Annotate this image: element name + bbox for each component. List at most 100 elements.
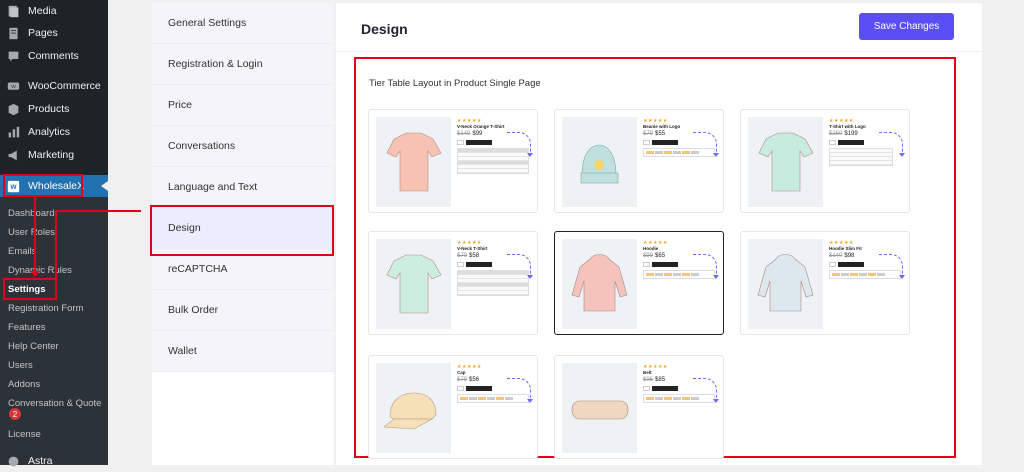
product-thumbnail (562, 117, 637, 207)
new-price: $55 (655, 131, 666, 137)
menu-item-media[interactable]: Media (0, 0, 108, 22)
annotation-arrow-right (55, 210, 141, 212)
layout-option-card[interactable]: ★★★★★ V-Neck Orange T-Shirt $149 $99 (368, 109, 538, 213)
conversation-count-badge: 2 (9, 408, 21, 420)
wp-admin-sidebar: Media Pages Comments W WooCommerce Produ… (0, 0, 108, 467)
design-panel: Design Save Changes Tier Table Layout in… (336, 3, 982, 465)
settings-nav-registration-login[interactable]: Registration & Login (152, 44, 334, 85)
submenu-conversation-quote[interactable]: Conversation & Quote (8, 398, 101, 409)
marketing-icon (6, 148, 20, 162)
dashed-arrow-icon (507, 132, 533, 157)
layout-option-card[interactable]: ★★★★★ Beanie with Logo $79 $55 (554, 109, 724, 213)
menu-label: Comments (28, 50, 79, 62)
dashed-arrow-icon (507, 378, 533, 403)
quantity-box (829, 262, 836, 267)
settings-nav-general[interactable]: General Settings (152, 3, 334, 44)
menu-label: Products (28, 103, 70, 115)
annotation-arrow-head (30, 271, 40, 277)
settings-nav-language-text[interactable]: Language and Text (152, 167, 334, 208)
menu-item-marketing[interactable]: Marketing (0, 144, 108, 166)
submenu-license[interactable]: License (8, 429, 41, 440)
menu-label: Astra (28, 455, 53, 467)
submenu-user-roles[interactable]: User Roles (8, 227, 55, 238)
layout-option-card[interactable]: ★★★★★ T-Shirt with Logo $259 $199 (740, 109, 910, 213)
submenu-users[interactable]: Users (8, 360, 33, 371)
tier-layout-section: Tier Table Layout in Product Single Page… (354, 57, 956, 459)
menu-label: Analytics (28, 126, 71, 138)
old-price: $79 (643, 131, 654, 137)
dashed-arrow-icon (693, 132, 719, 157)
old-price: $79 (457, 253, 468, 259)
highlight-design-nav (150, 205, 334, 256)
dashed-arrow-icon (879, 132, 905, 157)
old-price: $99 (643, 253, 654, 259)
annotation-arrow-connector (55, 210, 57, 280)
menu-label: Marketing (28, 149, 75, 161)
layout-option-card[interactable]: ★★★★★ Belt $96 $85 (554, 355, 724, 459)
add-to-quote-button (652, 262, 678, 267)
settings-nav-price[interactable]: Price (152, 85, 334, 126)
add-to-quote-button (466, 140, 492, 145)
save-changes-button[interactable]: Save Changes (859, 13, 954, 40)
layout-option-card[interactable]: ★★★★★ Hoodie Slim Fit $140 $98 (740, 231, 910, 335)
old-price: $149 (457, 131, 471, 137)
page-title: Design (361, 21, 408, 37)
svg-text:W: W (11, 84, 16, 90)
quantity-box (643, 386, 650, 391)
quantity-box (457, 140, 464, 145)
settings-nav-conversations[interactable]: Conversations (152, 126, 334, 167)
add-to-quote-button (652, 386, 678, 391)
submenu-registration-form[interactable]: Registration Form (8, 303, 84, 314)
submenu-help-center[interactable]: Help Center (8, 341, 59, 352)
menu-item-woocommerce[interactable]: W WooCommerce (0, 75, 108, 97)
quantity-box (643, 140, 650, 145)
product-details: ★★★★★ V-Neck T-Shirt $79 $58 (457, 240, 535, 330)
submenu-addons[interactable]: Addons (8, 379, 40, 390)
dashed-arrow-icon (879, 254, 905, 279)
settings-nav-bulk-order[interactable]: Bulk Order (152, 290, 334, 331)
product-thumbnail (562, 239, 637, 329)
settings-nav-wallet[interactable]: Wallet (152, 331, 334, 372)
section-title: Tier Table Layout in Product Single Page (369, 78, 541, 89)
products-icon (6, 102, 20, 116)
menu-label: Media (28, 5, 57, 17)
dashed-arrow-icon (693, 254, 719, 279)
layout-option-card[interactable]: ★★★★★ Cap $79 $56 (368, 355, 538, 459)
add-to-quote-button (466, 262, 492, 267)
comments-icon (6, 49, 20, 63)
menu-label: WooCommerce (28, 80, 101, 92)
layout-option-card[interactable]: ★★★★★ V-Neck T-Shirt $79 $58 (368, 231, 538, 335)
layout-option-card[interactable]: ★★★★★ Hoodie $99 $65 (554, 231, 724, 335)
add-to-quote-button (652, 140, 678, 145)
menu-item-comments[interactable]: Comments (0, 45, 108, 67)
divider (336, 51, 982, 52)
submenu-emails[interactable]: Emails (8, 246, 37, 257)
new-price: $85 (655, 377, 666, 383)
astra-icon (6, 454, 20, 468)
old-price: $96 (643, 377, 654, 383)
submenu-features[interactable]: Features (8, 322, 46, 333)
product-thumbnail (376, 117, 451, 207)
analytics-icon (6, 125, 20, 139)
product-details: ★★★★★ T-Shirt with Logo $259 $199 (829, 118, 907, 208)
old-price: $79 (457, 377, 468, 383)
quantity-box (457, 262, 464, 267)
quantity-box (457, 386, 464, 391)
menu-item-astra[interactable]: Astra (0, 450, 108, 472)
old-price: $140 (829, 253, 843, 259)
product-thumbnail (376, 239, 451, 329)
new-price: $199 (844, 131, 858, 137)
dashed-arrow-icon (507, 254, 533, 279)
menu-item-products[interactable]: Products (0, 98, 108, 120)
add-to-quote-button (838, 140, 864, 145)
new-price: $65 (655, 253, 666, 259)
annotation-arrow-down (34, 197, 36, 273)
product-details: ★★★★★ Cap $79 $56 (457, 364, 535, 454)
product-details: ★★★★★ Hoodie $99 $65 (643, 240, 721, 330)
woocommerce-icon: W (6, 79, 20, 93)
menu-item-analytics[interactable]: Analytics (0, 121, 108, 143)
quantity-box (643, 262, 650, 267)
submenu-dashboard[interactable]: Dashboard (8, 208, 54, 219)
product-details: ★★★★★ Beanie with Logo $79 $55 (643, 118, 721, 208)
menu-item-pages[interactable]: Pages (0, 22, 108, 44)
